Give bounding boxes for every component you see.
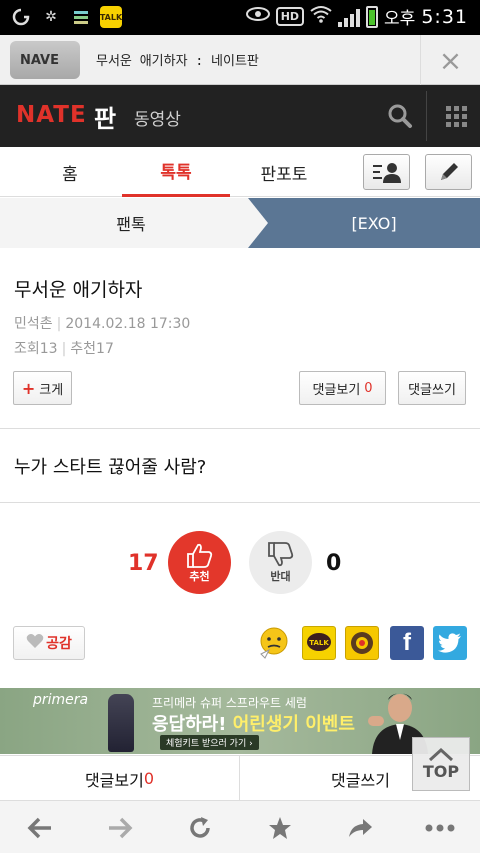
oppose-label: 반대 [270, 569, 291, 583]
view-comments-button[interactable]: 댓글보기 0 [299, 371, 386, 405]
twitter-share-icon[interactable] [433, 626, 467, 660]
thumbs-up-icon [186, 543, 212, 568]
article-meta-stats: 조회13 | 추천17 [14, 338, 114, 358]
chevron-up-icon [428, 747, 454, 761]
bottom-view-comments-button[interactable]: 댓글보기 0 [0, 756, 240, 801]
user-list-icon [372, 163, 401, 183]
stack-icon [70, 6, 92, 28]
emoticon-share-icon[interactable] [257, 626, 291, 660]
kakaotalk-icon: TALK [100, 6, 122, 28]
tab-home[interactable]: 홈 [0, 147, 140, 197]
sync-icon [10, 6, 32, 28]
back-icon[interactable] [0, 801, 80, 853]
scroll-top-button[interactable]: TOP [412, 737, 470, 791]
ad-headline-small: 프리메라 슈퍼 스프라우트 세럼 [152, 696, 307, 710]
meta-separator: | [61, 341, 67, 357]
sparkle-icon: ✲ [45, 9, 57, 25]
write-post-button[interactable] [425, 154, 472, 190]
kakaostory-share-icon[interactable] [345, 626, 379, 660]
oppose-button[interactable]: 반대 [249, 531, 312, 594]
signal-icon [338, 7, 361, 27]
divider [0, 502, 480, 503]
apps-grid-icon[interactable] [432, 85, 480, 147]
nate-logo[interactable]: NATE [16, 102, 87, 128]
breadcrumb-arrow [248, 198, 268, 248]
empathy-button[interactable]: 공감 [13, 626, 85, 660]
ad-brand: primera [33, 692, 89, 708]
bottom-comment-count: 0 [143, 769, 155, 788]
eye-icon [245, 6, 270, 27]
ad-cta[interactable]: 체험키트 받으러 가기 › [160, 735, 259, 750]
header-divider [426, 91, 427, 141]
wifi-icon [310, 5, 332, 28]
kakaotalk-share-icon[interactable]: TALK [302, 626, 336, 660]
ad-headline-part1: 응답하라! [152, 714, 233, 735]
recommend-button[interactable]: 추천 [168, 531, 231, 594]
kakaotalk-share-label: TALK [309, 639, 329, 647]
recommend-count: 추천17 [70, 341, 114, 357]
view-count: 조회13 [14, 341, 58, 357]
ad-headline: 응답하라! 어린생기 이벤트 [152, 710, 355, 736]
notification-icons: ✲ TALK [10, 6, 122, 28]
main-nav: 홈 톡톡 판포토 [0, 147, 480, 197]
video-link[interactable]: 동영상 [134, 105, 181, 130]
plus-icon: + [21, 378, 36, 398]
battery-icon [366, 5, 379, 28]
comment-action-bar: 댓글보기 0 댓글쓰기 [0, 755, 480, 801]
status-bar: ✲ TALK HD 오후 5:31 [0, 0, 480, 35]
status-time: 5:31 [421, 5, 468, 28]
browser-url-bar: NAVE 무서운 애기하자 : 네이트판 × [0, 35, 480, 85]
status-ampm: 오후 [384, 9, 416, 29]
close-icon[interactable]: × [420, 35, 480, 85]
breadcrumb-board[interactable]: [EXO] [268, 198, 480, 248]
scroll-top-label: TOP [422, 761, 460, 781]
ad-headline-part2: 어린생기 이벤트 [232, 714, 355, 735]
view-comments-label: 댓글보기 [312, 382, 361, 398]
site-header: NATE 판 동영상 [0, 85, 480, 147]
ad-product-image [108, 694, 134, 752]
text-size-label: 크게 [39, 382, 64, 398]
write-comment-button[interactable]: 댓글쓰기 [398, 371, 466, 405]
share-icon[interactable] [320, 801, 400, 853]
page-title-field[interactable]: 무서운 애기하자 : 네이트판 [96, 50, 259, 69]
divider [0, 428, 480, 429]
upvote-count: 17 [128, 551, 159, 576]
recommend-label: 추천 [189, 569, 210, 583]
meta-separator: | [56, 316, 62, 332]
article-body: 누가 스타트 끊어줄 사람? [14, 457, 207, 478]
text-size-button[interactable]: + 크게 [13, 371, 72, 405]
downvote-count: 0 [326, 551, 342, 576]
breadcrumb: 팬톡 [EXO] [0, 198, 480, 248]
pan-logo[interactable]: 판 [94, 99, 116, 134]
more-icon[interactable] [400, 801, 480, 853]
browser-toolbar [0, 800, 480, 853]
bottom-view-comments-label: 댓글보기 [84, 770, 144, 790]
pencil-icon [440, 163, 458, 180]
author-name[interactable]: 민석촌 [14, 316, 53, 332]
comment-count: 0 [364, 380, 373, 396]
tab-pan-photo[interactable]: 판포토 [230, 147, 338, 197]
search-icon[interactable] [375, 85, 425, 147]
bookmark-star-icon[interactable] [240, 801, 320, 853]
heart-icon [26, 633, 44, 653]
article-meta-author: 민석촌 | 2014.02.18 17:30 [14, 313, 190, 333]
ad-banner[interactable]: primera 프리메라 슈퍼 스프라우트 세럼 응답하라! 어린생기 이벤트 … [0, 688, 480, 754]
breadcrumb-category[interactable]: 팬톡 [0, 198, 248, 248]
facebook-share-icon[interactable]: f [390, 626, 424, 660]
forward-icon[interactable] [80, 801, 160, 853]
thumbs-down-icon [267, 541, 293, 566]
post-date: 2014.02.18 17:30 [65, 316, 191, 332]
article-title: 무서운 애기하자 [14, 279, 143, 301]
empathy-label: 공감 [46, 636, 72, 652]
my-list-button[interactable] [363, 154, 410, 190]
refresh-icon[interactable] [160, 801, 240, 853]
system-icons: HD 오후 5:31 [245, 4, 468, 29]
hd-voice-badge: HD [275, 7, 305, 26]
naver-tab[interactable]: NAVE [10, 41, 80, 79]
tab-talk[interactable]: 톡톡 [122, 147, 230, 197]
